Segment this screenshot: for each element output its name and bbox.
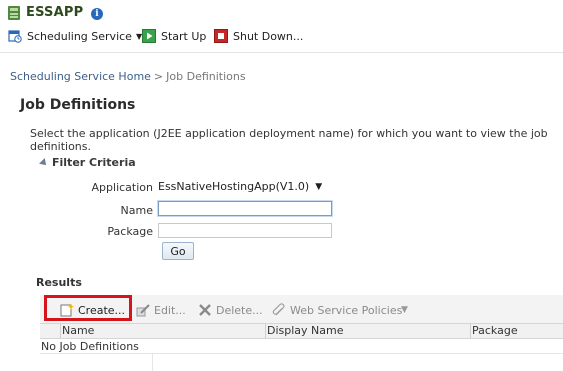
column-header-package[interactable]: Package	[472, 324, 518, 337]
shut-down-button[interactable]: Shut Down...	[214, 27, 303, 45]
start-up-label: Start Up	[161, 29, 207, 43]
empty-table-message: No Job Definitions	[41, 340, 139, 353]
application-label: Application	[91, 181, 153, 194]
column-divider[interactable]	[470, 323, 471, 339]
start-up-icon	[142, 29, 156, 43]
application-icon	[8, 6, 20, 20]
scheduling-service-label: Scheduling Service	[27, 29, 132, 43]
filter-criteria-toggle[interactable]: Filter Criteria	[39, 156, 136, 169]
chevron-down-icon: ▼	[315, 181, 323, 192]
column-header-display-name[interactable]: Display Name	[267, 324, 344, 337]
delete-button[interactable]: Delete...	[198, 303, 263, 317]
breadcrumb-home-link[interactable]: Scheduling Service Home	[10, 70, 151, 83]
edit-button[interactable]: Edit...	[136, 303, 186, 317]
name-label: Name	[120, 204, 153, 217]
disclosure-triangle-icon	[39, 157, 49, 168]
breadcrumb: Scheduling Service Home > Job Definitions	[10, 70, 246, 83]
results-heading: Results	[36, 276, 82, 289]
column-divider	[60, 323, 61, 339]
application-select[interactable]: EssNativeHostingApp(V1.0) ▼	[158, 179, 322, 194]
header-divider	[0, 52, 563, 53]
edit-label: Edit...	[154, 303, 186, 317]
filter-criteria-label: Filter Criteria	[52, 156, 136, 169]
delete-icon	[199, 304, 211, 316]
create-button-highlight	[44, 295, 132, 321]
info-icon[interactable]: i	[91, 8, 103, 20]
name-input[interactable]	[158, 201, 332, 216]
breadcrumb-separator: >	[153, 70, 164, 83]
shut-down-icon	[214, 29, 228, 43]
table-row-divider	[40, 353, 563, 354]
breadcrumb-current: Job Definitions	[166, 70, 246, 83]
page-title: Job Definitions	[20, 97, 136, 113]
application-select-value: EssNativeHostingApp(V1.0)	[158, 180, 310, 193]
shut-down-label: Shut Down...	[233, 29, 304, 43]
table-column-divider	[152, 353, 153, 371]
go-button[interactable]: Go	[162, 242, 194, 260]
column-header-name[interactable]: Name	[62, 324, 94, 337]
edit-icon	[136, 304, 150, 317]
start-up-button[interactable]: Start Up	[142, 27, 206, 45]
scheduling-service-menu[interactable]: Scheduling Service ▼	[8, 27, 142, 45]
package-input[interactable]	[158, 223, 332, 238]
instructions-text: Select the application (J2EE application…	[30, 127, 548, 153]
scheduling-service-icon	[8, 30, 22, 43]
more-actions-chevron-icon[interactable]: ▼	[401, 305, 408, 315]
web-service-policies-button[interactable]: Web Service Policies	[272, 303, 402, 317]
web-service-policies-label: Web Service Policies	[290, 303, 403, 317]
column-divider[interactable]	[265, 323, 266, 339]
app-title: ESSAPP	[26, 5, 84, 20]
paperclip-icon	[272, 303, 285, 316]
package-label: Package	[107, 225, 153, 238]
delete-label: Delete...	[216, 303, 263, 317]
